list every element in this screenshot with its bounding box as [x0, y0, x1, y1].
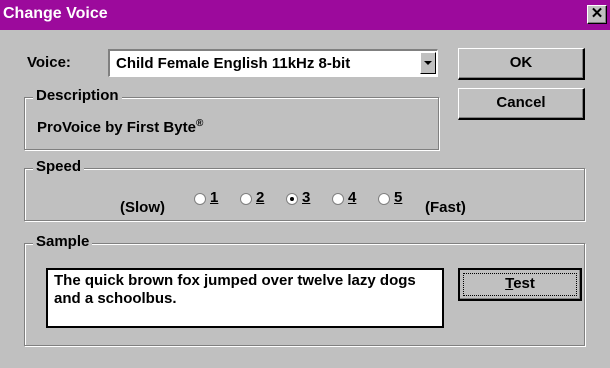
sample-text-field[interactable]: The quick brown fox jumped over twelve l…	[46, 268, 444, 328]
speed-title: Speed	[33, 158, 85, 175]
sample-title: Sample	[33, 233, 93, 250]
description-title: Description	[33, 87, 122, 104]
speed-option-2-label[interactable]: 2	[256, 189, 264, 206]
dialog-title: Change Voice	[3, 5, 108, 22]
speed-group: Speed (Slow) (Fast) 1 2 3 4 5	[24, 158, 585, 221]
slow-label: (Slow)	[120, 199, 165, 216]
speed-radio-4[interactable]	[332, 193, 344, 205]
voice-select[interactable]: Child Female English 11kHz 8-bit	[108, 49, 438, 77]
voice-selected-value: Child Female English 11kHz 8-bit	[116, 55, 351, 72]
description-text: ProVoice by First Byte®	[37, 118, 204, 136]
speed-option-3-label[interactable]: 3	[302, 189, 310, 206]
close-icon: ✕	[590, 5, 604, 22]
speed-option-5-label[interactable]: 5	[394, 189, 402, 206]
speed-option-1-label[interactable]: 1	[210, 189, 218, 206]
voice-label: Voice:	[27, 54, 71, 71]
focus-rectangle	[463, 273, 577, 296]
ok-button[interactable]: OK	[458, 48, 585, 80]
speed-radio-1[interactable]	[194, 193, 206, 205]
fast-label: (Fast)	[425, 199, 466, 216]
chevron-down-icon[interactable]	[420, 52, 436, 74]
speed-radio-3[interactable]	[286, 193, 298, 205]
cancel-button-label: Cancel	[496, 94, 546, 111]
speed-option-4-label[interactable]: 4	[348, 189, 356, 206]
speed-radio-2[interactable]	[240, 193, 252, 205]
test-button[interactable]: Test	[458, 268, 582, 301]
title-bar[interactable]: Change Voice ✕	[0, 0, 610, 30]
ok-button-label: OK	[509, 54, 533, 71]
change-voice-dialog: Change Voice ✕ Voice: Child Female Engli…	[0, 0, 610, 368]
registered-mark: ®	[195, 118, 204, 129]
selected-dot	[290, 197, 294, 201]
cancel-button[interactable]: Cancel	[458, 88, 585, 120]
description-group: Description ProVoice by First Byte®	[24, 87, 439, 150]
close-button[interactable]: ✕	[587, 5, 607, 24]
speed-radio-5[interactable]	[378, 193, 390, 205]
